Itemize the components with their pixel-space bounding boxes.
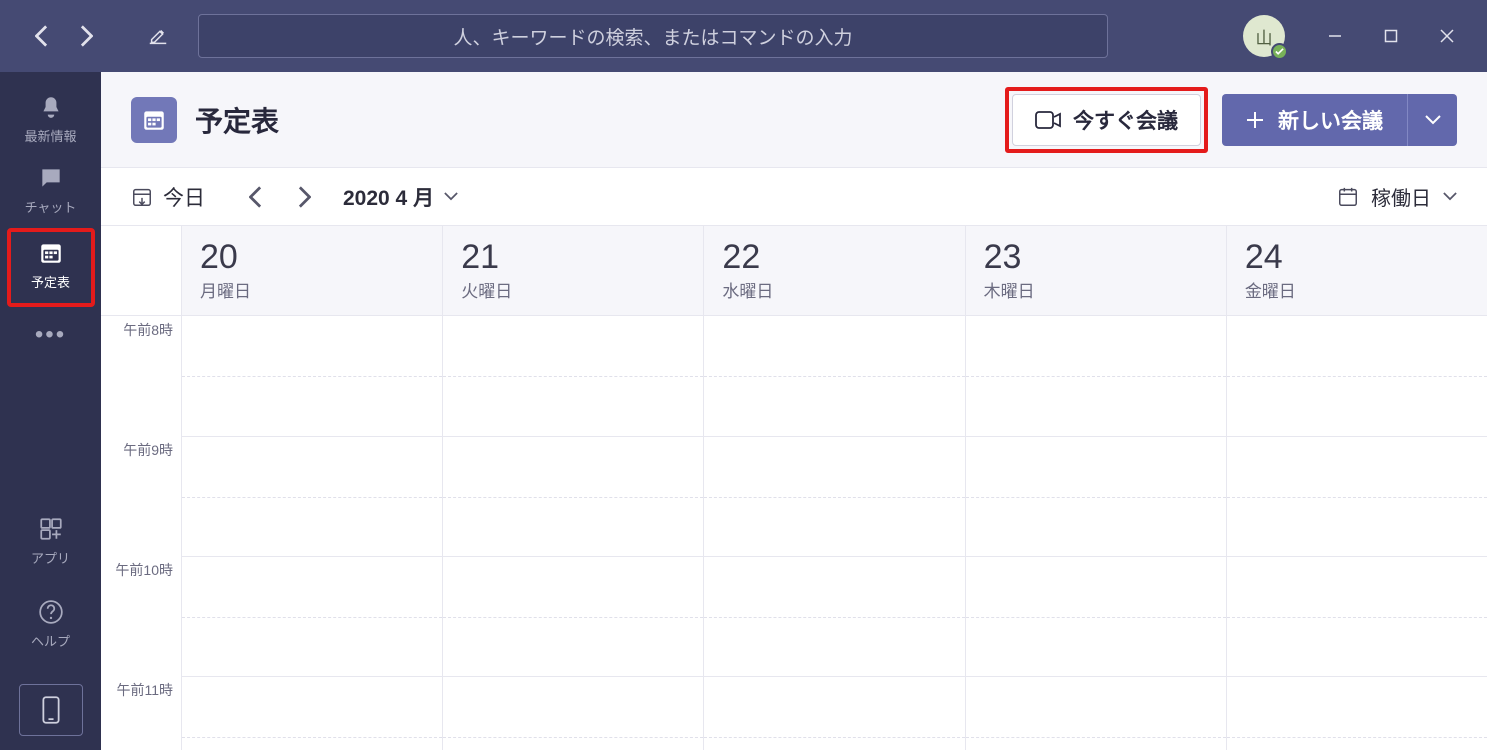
time-slot[interactable] — [1226, 436, 1487, 556]
search-input[interactable]: 人、キーワードの検索、またはコマンドの入力 — [198, 14, 1108, 58]
rail-label: アプリ — [31, 548, 70, 567]
day-name: 金曜日 — [1245, 277, 1469, 302]
day-number: 22 — [722, 238, 946, 277]
time-slot[interactable] — [965, 436, 1226, 556]
time-slot[interactable] — [181, 676, 442, 750]
new-meeting-label: 新しい会議 — [1278, 105, 1383, 135]
today-icon — [131, 186, 153, 208]
next-period-button[interactable] — [297, 186, 311, 208]
prev-period-button[interactable] — [249, 186, 263, 208]
meet-now-button[interactable]: 今すぐ会議 — [1012, 94, 1201, 146]
day-number: 23 — [984, 238, 1208, 277]
time-slot[interactable] — [965, 316, 1226, 436]
chevron-down-icon — [444, 192, 458, 201]
time-slot[interactable] — [703, 556, 964, 676]
time-slot[interactable] — [1226, 556, 1487, 676]
day-name: 水曜日 — [722, 277, 946, 302]
calendar-toolbar: 今日 2020 4 月 稼働日 — [101, 168, 1487, 226]
help-icon — [38, 599, 64, 625]
page-header: 予定表 今すぐ会議 新しい会議 — [101, 72, 1487, 168]
date-label-text: 2020 4 月 — [343, 182, 434, 212]
view-selector[interactable]: 稼働日 — [1337, 182, 1457, 211]
time-slot[interactable] — [181, 316, 442, 436]
nav-back-button[interactable] — [26, 20, 58, 52]
time-slot[interactable] — [1226, 316, 1487, 436]
time-slot[interactable] — [965, 676, 1226, 750]
time-slot[interactable] — [703, 436, 964, 556]
avatar[interactable]: 山 — [1243, 15, 1285, 57]
rail-item-apps[interactable]: アプリ — [11, 508, 91, 579]
calendar-badge-icon — [131, 97, 177, 143]
day-header[interactable]: 23 木曜日 — [965, 226, 1226, 315]
hour-label: 午前11時 — [101, 676, 181, 750]
calendar-icon — [38, 240, 64, 266]
new-meeting-dropdown[interactable] — [1407, 94, 1457, 146]
day-number: 20 — [200, 238, 424, 277]
day-name: 木曜日 — [984, 277, 1208, 302]
time-slot[interactable] — [181, 436, 442, 556]
chevron-down-icon — [1425, 115, 1441, 125]
rail-label: 最新情報 — [24, 126, 76, 145]
time-slot[interactable] — [965, 556, 1226, 676]
calendar-grid[interactable]: 午前8時 午前9時 — [101, 316, 1487, 750]
nav-forward-button[interactable] — [70, 20, 102, 52]
apps-icon — [38, 516, 64, 542]
day-number: 24 — [1245, 238, 1469, 277]
view-label: 稼働日 — [1371, 182, 1431, 211]
bell-icon — [38, 94, 64, 120]
day-number: 21 — [461, 238, 685, 277]
time-slot[interactable] — [442, 316, 703, 436]
date-picker[interactable]: 2020 4 月 — [343, 182, 458, 212]
mobile-icon — [42, 696, 60, 724]
rail-item-activity[interactable]: 最新情報 — [11, 86, 91, 157]
main-area: 予定表 今すぐ会議 新しい会議 — [101, 72, 1487, 750]
rail-label: ヘルプ — [31, 631, 70, 650]
today-button[interactable]: 今日 — [131, 182, 205, 212]
time-slot[interactable] — [703, 676, 964, 750]
window-maximize-button[interactable] — [1363, 16, 1419, 56]
search-placeholder: 人、キーワードの検索、またはコマンドの入力 — [453, 23, 852, 50]
day-header[interactable]: 20 月曜日 — [181, 226, 442, 315]
meet-now-label: 今すぐ会議 — [1073, 105, 1178, 135]
time-slot[interactable] — [703, 316, 964, 436]
rail-item-chat[interactable]: チャット — [11, 157, 91, 228]
time-slot[interactable] — [181, 556, 442, 676]
time-slot[interactable] — [442, 676, 703, 750]
rail-label: チャット — [25, 197, 77, 216]
chat-icon — [38, 165, 64, 191]
titlebar: 人、キーワードの検索、またはコマンドの入力 山 — [0, 0, 1487, 72]
time-slot[interactable] — [442, 436, 703, 556]
page-title: 予定表 — [195, 100, 279, 140]
day-name: 火曜日 — [461, 277, 685, 302]
day-header[interactable]: 24 金曜日 — [1226, 226, 1487, 315]
mobile-app-button[interactable] — [19, 684, 83, 736]
avatar-initial: 山 — [1256, 24, 1273, 49]
rail-item-calendar[interactable]: 予定表 — [11, 232, 91, 303]
video-icon — [1035, 110, 1061, 130]
rail-item-more[interactable]: ••• — [11, 313, 91, 367]
time-slot[interactable] — [442, 556, 703, 676]
new-meeting-button[interactable]: 新しい会議 — [1222, 94, 1407, 146]
hour-label: 午前8時 — [101, 316, 181, 436]
time-slot[interactable] — [1226, 676, 1487, 750]
rail-label: 予定表 — [31, 272, 70, 291]
app-rail: 最新情報 チャット 予定表 ••• アプリ — [0, 72, 101, 750]
ellipsis-icon: ••• — [35, 321, 66, 349]
calendar-view-icon — [1337, 186, 1359, 208]
rail-item-help[interactable]: ヘルプ — [11, 591, 91, 662]
day-header[interactable]: 21 火曜日 — [442, 226, 703, 315]
window-close-button[interactable] — [1419, 16, 1475, 56]
window-minimize-button[interactable] — [1307, 16, 1363, 56]
today-label: 今日 — [163, 182, 205, 212]
presence-badge-available-icon — [1271, 43, 1288, 60]
hour-label: 午前9時 — [101, 436, 181, 556]
plus-icon — [1246, 111, 1264, 129]
chevron-down-icon — [1443, 192, 1457, 201]
day-name: 月曜日 — [200, 277, 424, 302]
day-headers: 20 月曜日 21 火曜日 22 水曜日 23 木曜日 24 金曜日 — [101, 226, 1487, 316]
hour-label: 午前10時 — [101, 556, 181, 676]
compose-button[interactable] — [142, 20, 174, 52]
day-header[interactable]: 22 水曜日 — [703, 226, 964, 315]
